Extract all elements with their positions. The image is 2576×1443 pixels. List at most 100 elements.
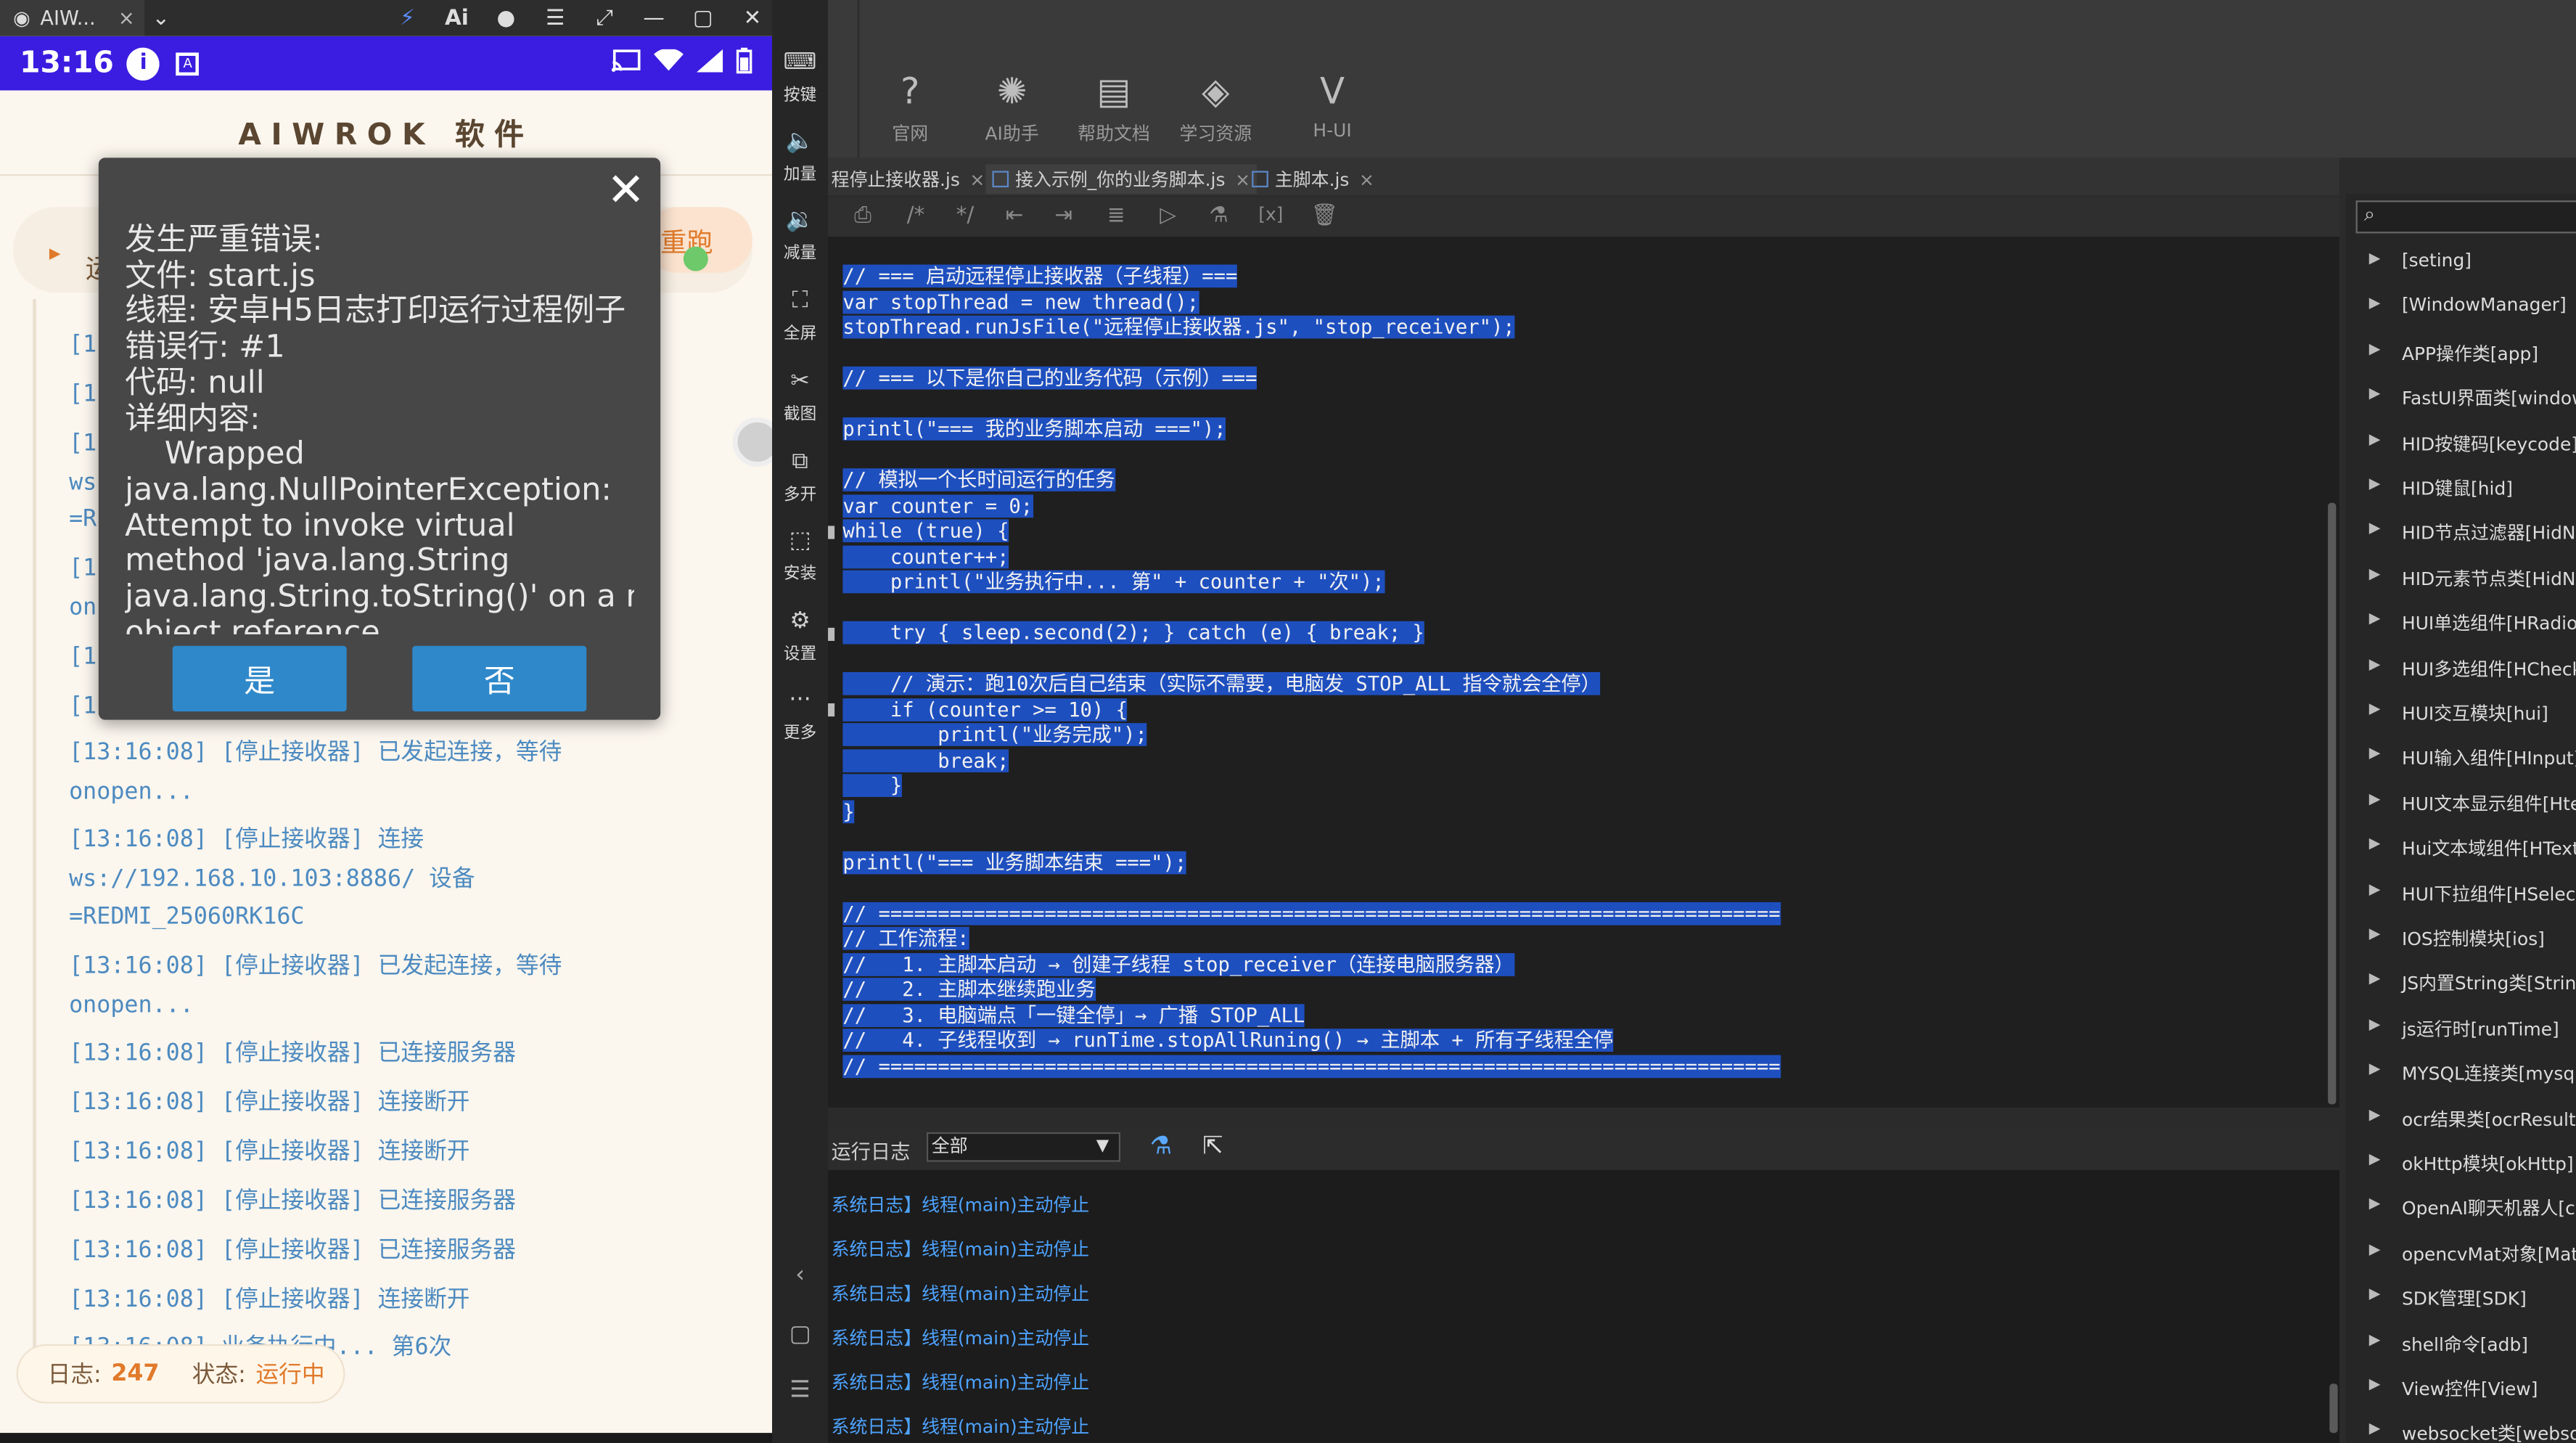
expand-arrow-icon[interactable]: ▶ <box>2369 1017 2381 1034</box>
api-tree-item[interactable]: ▶ Hui文本域组件[HText <box>2346 832 2576 864</box>
trash-icon[interactable]: 🗑 <box>1311 204 1338 229</box>
expand-arrow-icon[interactable]: ▶ <box>2369 1197 2381 1214</box>
user-icon[interactable]: ● <box>486 0 525 36</box>
api-tree-item[interactable]: ▶ HUI单选组件[HRadio] <box>2346 607 2576 639</box>
expand-arrow-icon[interactable]: ▶ <box>2369 296 2381 313</box>
tab-close-icon[interactable]: × <box>118 7 135 30</box>
fold-marker[interactable] <box>828 703 835 717</box>
api-tree-item[interactable]: ▶ HUI输入组件[HInput] <box>2346 742 2576 774</box>
api-tree-item[interactable]: ▶ HUI下拉组件[HSelect] <box>2346 877 2576 909</box>
minimize-icon[interactable]: — <box>634 0 673 36</box>
expand-arrow-icon[interactable]: ▶ <box>2369 747 2381 764</box>
ai-assistant-button[interactable]: ✺ AI助手 <box>963 73 1062 147</box>
api-tree-item[interactable]: ▶ okHttp模块[okHttp] <box>2346 1147 2576 1180</box>
uncomment-icon[interactable]: */ <box>956 204 975 229</box>
expand-arrow-icon[interactable]: ▶ <box>2369 386 2381 403</box>
api-tree-item[interactable]: ▶ HUI文本显示组件[Hte <box>2346 787 2576 819</box>
ai-icon[interactable]: Ai <box>437 0 476 36</box>
expand-arrow-icon[interactable]: ▶ <box>2369 882 2381 899</box>
expand-arrow-icon[interactable]: ▶ <box>2369 1062 2381 1079</box>
help-docs-button[interactable]: ▤ 帮助文档 <box>1065 73 1163 147</box>
expand-arrow-icon[interactable]: ▶ <box>2369 432 2381 449</box>
expand-arrow-icon[interactable]: ▶ <box>2369 972 2381 989</box>
back-nav-icon[interactable]: ‹ <box>772 1262 828 1288</box>
home-nav-icon[interactable]: ▢ <box>772 1321 828 1347</box>
api-tree-item[interactable]: ▶ IOS控制模块[ios] <box>2346 922 2576 954</box>
tab-close-icon[interactable]: × <box>1235 168 1250 189</box>
api-tree-item[interactable]: ▶ js运行时[runTime] <box>2346 1012 2576 1045</box>
api-tree-item[interactable]: ▶ OpenAI聊天机器人[ch <box>2346 1192 2576 1225</box>
tab-main-script[interactable]: 主脚本.js × <box>1252 164 1374 194</box>
api-tree-item[interactable]: ▶ ocr结果类[ocrResult] <box>2346 1102 2576 1135</box>
tab-close-icon[interactable]: × <box>1359 168 1374 189</box>
expand-arrow-icon[interactable]: ▶ <box>2369 1287 2381 1304</box>
editor-scrollbar[interactable] <box>2328 502 2337 1105</box>
expand-arrow-icon[interactable]: ▶ <box>2369 837 2381 854</box>
expand-arrow-icon[interactable]: ▶ <box>2369 1152 2381 1169</box>
comment-icon[interactable]: /* <box>907 204 925 229</box>
indent-icon[interactable]: ⇥ <box>1054 204 1072 229</box>
menu-icon[interactable]: ☰ <box>536 0 575 36</box>
clear-log-icon[interactable]: ⚗ <box>1150 1131 1172 1161</box>
expand-arrow-icon[interactable]: ▶ <box>2369 567 2381 584</box>
tab-close-icon[interactable]: × <box>969 168 985 189</box>
expand-arrow-icon[interactable]: ▶ <box>2369 1242 2381 1259</box>
api-tree-item[interactable]: ▶ shell命令[adb] <box>2346 1327 2576 1360</box>
api-tree-item[interactable]: ▶ APP操作类[app] <box>2346 337 2576 369</box>
recents-nav-icon[interactable]: ☰ <box>772 1377 828 1403</box>
learning-button[interactable]: ◈ 学习资源 <box>1166 73 1265 147</box>
screenshot-button[interactable]: ✂ 截图 <box>772 368 828 424</box>
api-tree-item[interactable]: ▶ MYSQL连接类[mysql] <box>2346 1057 2576 1090</box>
tab-stop-receiver[interactable]: 程停止接收器.js × <box>832 164 985 194</box>
fold-marker[interactable] <box>828 627 835 641</box>
api-tree-item[interactable]: ▶ HUI多选组件[HCheck <box>2346 652 2576 684</box>
window-tab[interactable]: ◉ AIW... × <box>0 0 145 36</box>
expand-arrow-icon[interactable]: ▶ <box>2369 657 2381 674</box>
api-tree-item[interactable]: ▶ [seting] <box>2346 247 2576 279</box>
export-log-icon[interactable]: ⇱ <box>1202 1131 1223 1161</box>
volume-up-button[interactable]: 🔈 加量 <box>772 128 828 184</box>
api-tree-item[interactable]: ▶ JS内置String类[String <box>2346 967 2576 1000</box>
api-tree-item[interactable]: ▶ FastUI界面类[window <box>2346 382 2576 414</box>
expand-arrow-icon[interactable]: ▶ <box>2369 1107 2381 1124</box>
expand-arrow-icon[interactable]: ▶ <box>2369 702 2381 719</box>
expand-arrow-icon[interactable]: ▶ <box>2369 612 2381 629</box>
fold-marker[interactable] <box>828 526 835 539</box>
api-tree-item[interactable]: ▶ HID按键码[keycode] <box>2346 427 2576 459</box>
fullscreen-button[interactable]: ⛶ 全屏 <box>772 287 828 343</box>
settings-button[interactable]: ⚙ 设置 <box>772 608 828 664</box>
expand-arrow-icon[interactable]: ▶ <box>2369 341 2381 358</box>
api-search-input[interactable]: ⌕ <box>2355 200 2576 234</box>
tab-business-script[interactable]: 接入示例_你的业务脚本.js × <box>985 164 1257 195</box>
maximize-icon[interactable]: ▢ <box>684 0 723 36</box>
expand-arrow-icon[interactable]: ▶ <box>2369 1422 2381 1439</box>
close-icon[interactable]: ✕ <box>733 0 772 36</box>
api-tree-item[interactable]: ▶ View控件[View] <box>2346 1372 2576 1405</box>
keys-button[interactable]: ⌨ 按键 <box>772 49 828 105</box>
no-button[interactable]: 否 <box>412 645 587 712</box>
outdent-icon[interactable]: ⇤ <box>1006 204 1024 229</box>
volume-down-button[interactable]: 🔉 减量 <box>772 207 828 263</box>
expand-arrow-icon[interactable]: ▶ <box>2369 927 2381 944</box>
expand-arrow-icon[interactable]: ▶ <box>2369 792 2381 809</box>
expand-arrow-icon[interactable]: ▶ <box>2369 1332 2381 1349</box>
multi-open-button[interactable]: ⧉ 多开 <box>772 449 828 504</box>
bolt-icon[interactable]: ⚡ <box>387 0 427 36</box>
format-icon[interactable]: ≣ <box>1107 204 1125 229</box>
flask-icon[interactable]: ⚗ <box>1209 204 1228 229</box>
expand-arrow-icon[interactable]: ▶ <box>2369 1377 2381 1394</box>
api-tree-item[interactable]: ▶ websocket类[websoc <box>2346 1417 2576 1443</box>
log-filter-select[interactable]: 全部 ▼ <box>926 1132 1121 1162</box>
dialog-close-icon[interactable]: ✕ <box>602 162 651 216</box>
api-tree-item[interactable]: ▶ HID节点过滤器[HidNo <box>2346 517 2576 549</box>
expand-arrow-icon[interactable]: ▶ <box>2369 522 2381 539</box>
api-tree-item[interactable]: ▶ HUI交互模块[hui] <box>2346 697 2576 729</box>
chevron-down-icon[interactable]: ⌄ <box>141 0 181 36</box>
code-editor[interactable]: // === 启动远程停止接收器（子线程）=== var stopThread … <box>828 237 2339 1108</box>
print-icon[interactable]: ⎙ <box>854 204 871 229</box>
expand-arrow-icon[interactable]: ▶ <box>2369 251 2381 268</box>
api-tree-item[interactable]: ▶ HID键鼠[hid] <box>2346 472 2576 504</box>
resize-icon[interactable]: ⤢ <box>585 0 624 36</box>
expand-arrow-icon[interactable]: ▶ <box>2369 477 2381 494</box>
log-scrollbar[interactable] <box>2329 1383 2338 1434</box>
